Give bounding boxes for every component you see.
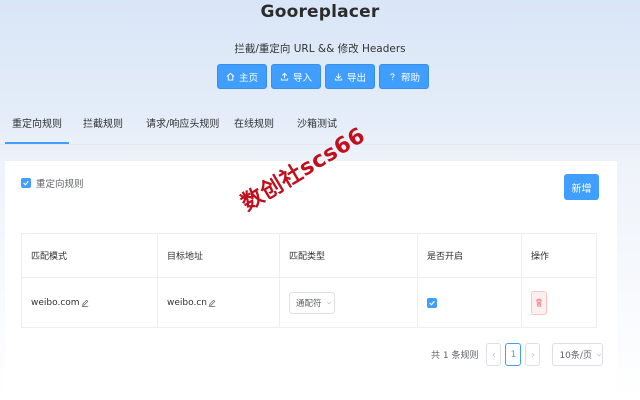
home-icon xyxy=(226,72,235,81)
home-button-label: 主页 xyxy=(239,72,259,84)
enable-redirect-label: 重定向规则 xyxy=(36,179,84,190)
add-rule-button[interactable]: 新增 xyxy=(564,174,599,200)
column-header-enabled: 是否开启 xyxy=(418,234,522,277)
page-number[interactable]: 1 xyxy=(505,343,522,366)
delete-button[interactable] xyxy=(531,290,547,315)
column-header-actions: 操作 xyxy=(531,252,550,262)
help-button[interactable]: 帮助 xyxy=(379,64,430,89)
pagination-total: 共 1 条规则 xyxy=(431,351,479,361)
actions-cell xyxy=(522,278,596,327)
rules-table: 匹配模式 目标地址 匹配类型 是否开启 操作 weibo.com weibo.c… xyxy=(21,233,597,328)
import-button-label: 导入 xyxy=(293,72,313,84)
checkbox[interactable] xyxy=(21,178,31,188)
edit-icon[interactable] xyxy=(208,299,216,307)
page-size-value: 10条/页 xyxy=(559,351,592,361)
home-button[interactable]: 主页 xyxy=(217,64,268,89)
match-type-value: 通配符 xyxy=(296,298,322,309)
chevron-left-icon xyxy=(492,352,496,357)
check-icon xyxy=(23,180,29,186)
chevron-down-icon xyxy=(596,353,602,356)
prev-page-button[interactable] xyxy=(486,343,502,366)
tab-header-rules[interactable]: 请求/响应头规则 xyxy=(146,118,219,142)
column-header-match-type: 匹配类型 xyxy=(280,234,418,277)
tab-block-rules[interactable]: 拦截规则 xyxy=(83,118,123,142)
column-header-pattern: 匹配模式 xyxy=(22,234,158,277)
table-header: 匹配模式 目标地址 匹配类型 是否开启 操作 xyxy=(22,234,596,278)
enabled-cell xyxy=(418,278,522,327)
pattern-value: weibo.com xyxy=(31,297,80,308)
match-type-cell: 通配符 xyxy=(280,278,418,327)
trash-icon xyxy=(536,298,542,307)
export-button-label: 导出 xyxy=(347,72,367,84)
app-subtitle: 拦截/重定向 URL && 修改 Headers xyxy=(234,43,406,55)
chevron-right-icon xyxy=(531,352,535,357)
target-value: weibo.cn xyxy=(167,297,207,308)
table-row: weibo.com weibo.cn 通配符 xyxy=(22,278,596,327)
enable-redirect-checkbox[interactable]: 重定向规则 xyxy=(21,176,84,190)
next-page-button[interactable] xyxy=(525,343,541,366)
download-icon xyxy=(334,73,343,81)
column-header-target: 目标地址 xyxy=(158,234,280,277)
enabled-checkbox[interactable] xyxy=(427,297,437,308)
export-button[interactable]: 导出 xyxy=(325,64,376,89)
app-title: Gooreplacer xyxy=(260,2,380,22)
tab-online-rules[interactable]: 在线规则 xyxy=(234,118,274,142)
match-type-select[interactable]: 通配符 xyxy=(289,291,335,314)
tab-redirect-rules[interactable]: 重定向规则 xyxy=(12,118,62,142)
pagination: 共 1 条规则 1 10条/页 xyxy=(431,343,604,366)
help-button-label: 帮助 xyxy=(401,72,421,84)
header-toolbar: 主页 导入 导出 帮助 xyxy=(217,64,430,89)
upload-icon xyxy=(280,72,289,81)
import-button[interactable]: 导入 xyxy=(271,64,322,89)
question-icon xyxy=(390,73,395,81)
page-size-select[interactable]: 10条/页 xyxy=(552,343,604,366)
check-icon xyxy=(429,300,435,306)
edit-icon[interactable] xyxy=(81,299,89,307)
chevron-down-icon xyxy=(326,301,331,304)
target-cell[interactable]: weibo.cn xyxy=(158,278,280,327)
pattern-cell[interactable]: weibo.com xyxy=(22,278,158,327)
